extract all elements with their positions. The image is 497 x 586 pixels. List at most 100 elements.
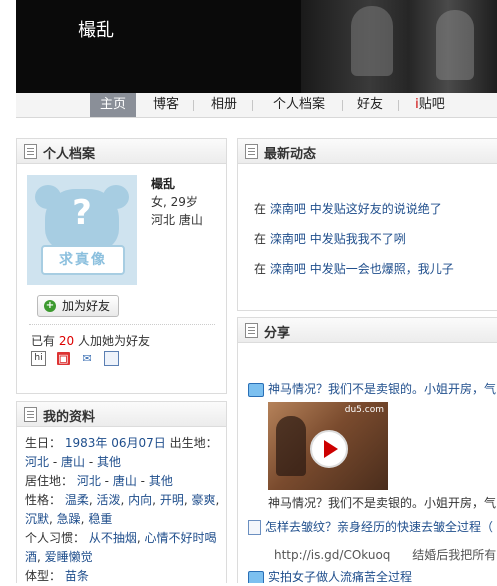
residence-district[interactable]: 其他 xyxy=(149,474,173,488)
gift-icon[interactable]: ▣ xyxy=(56,352,70,365)
document-icon xyxy=(245,323,258,338)
share-item-title: 怎样去皱纹？亲身经历的快速去皱全过程（ xyxy=(265,520,494,534)
personality-tag[interactable]: 沉默 xyxy=(25,512,49,526)
nav-separator xyxy=(342,100,343,111)
add-friend-button[interactable]: + 加为好友 xyxy=(37,295,119,317)
birthday-row: 生日： 1983年 06月07日 出生地： 河北 - 唐山 - 其他 xyxy=(25,436,218,469)
profile-panel-header: 个人档案 xyxy=(17,139,226,164)
nav-blog[interactable]: 博客 xyxy=(146,93,186,117)
video-watermark: du5.com xyxy=(344,405,384,415)
friends-number: 20 xyxy=(58,334,75,348)
birthday-label: 生日： xyxy=(25,436,62,450)
nav-separator xyxy=(193,100,194,111)
main-nav: 主页 博客 相册 个人档案 好友 i贴吧 xyxy=(16,93,497,118)
body-row: 体型： 苗条 xyxy=(25,567,225,586)
nav-separator xyxy=(252,100,253,111)
news-bar-link[interactable]: 滦南吧 xyxy=(270,262,306,276)
personality-tag[interactable]: 开明 xyxy=(160,493,184,507)
residence-label: 居住地： xyxy=(25,474,74,488)
personality-tag[interactable]: 活泼 xyxy=(97,493,121,507)
news-panel: 最新动态 在 滦南吧 中发贴这好友的说说绝了 在 滦南吧 中发贴我我不了咧 在 … xyxy=(237,138,497,311)
hi-icon[interactable]: hi xyxy=(31,351,46,366)
news-bar-link[interactable]: 滦南吧 xyxy=(270,232,306,246)
news-post-link[interactable]: 中发贴这好友的说说绝了 xyxy=(310,202,442,216)
share-panel-title: 分享 xyxy=(264,326,291,341)
page-title: 樶乱 xyxy=(78,20,114,41)
add-user-icon: + xyxy=(44,300,56,312)
birthday-value[interactable]: 1983年 06月07日 xyxy=(65,436,166,450)
nav-album[interactable]: 相册 xyxy=(204,93,244,117)
habit-tag[interactable]: 爱睡懒觉 xyxy=(45,550,93,564)
play-icon[interactable] xyxy=(310,430,348,468)
question-mark-icon: ? xyxy=(72,193,92,233)
personality-tag[interactable]: 稳重 xyxy=(88,512,112,526)
nav-separator xyxy=(398,100,399,111)
share-url-desc: 结婚后我把所有... xyxy=(412,548,497,562)
nav-friends[interactable]: 好友 xyxy=(350,93,390,117)
document-icon xyxy=(24,144,37,159)
personality-row: 性格： 温柔, 活泼, 内向, 开明, 豪爽, 沉默, 急躁, 稳重 xyxy=(25,493,220,526)
birthplace-city[interactable]: 唐山 xyxy=(61,455,85,469)
share-panel-header: 分享 xyxy=(238,318,497,343)
action-icons: hi ▣ ✉ xyxy=(31,351,126,366)
news-prefix: 在 xyxy=(254,262,267,276)
message-icon[interactable]: ✉ xyxy=(81,352,94,365)
news-item: 在 滦南吧 中发贴我我不了咧 xyxy=(254,230,406,247)
avatar-sign: 求真像 xyxy=(41,245,125,275)
notes-icon[interactable] xyxy=(104,351,120,366)
personality-tag[interactable]: 豪爽 xyxy=(191,493,215,507)
personality-tag[interactable]: 温柔 xyxy=(65,493,89,507)
header-banner: 樶乱 xyxy=(16,0,497,93)
details-panel: 我的资料 生日： 1983年 06月07日 出生地： 河北 - 唐山 - 其他 … xyxy=(16,401,227,583)
video-thumbnail[interactable]: du5.com xyxy=(268,402,388,490)
profile-gender-age: 女, 29岁 xyxy=(151,195,198,209)
birthplace-province[interactable]: 河北 xyxy=(25,455,49,469)
details-panel-title: 我的资料 xyxy=(43,410,96,425)
add-friend-label: 加为好友 xyxy=(62,299,111,313)
personality-tag[interactable]: 急躁 xyxy=(57,512,81,526)
doc-icon xyxy=(248,520,261,535)
news-item: 在 滦南吧 中发贴一会也爆照，我儿子 xyxy=(254,260,454,277)
friend-count: 已有 20 人加她为好友 xyxy=(31,332,150,349)
share-url-row: http://is.gd/COkuoq 结婚后我把所有... xyxy=(274,546,497,563)
personality-label: 性格： xyxy=(25,493,62,507)
news-post-link[interactable]: 中发贴一会也爆照，我儿子 xyxy=(310,262,454,276)
tv-icon xyxy=(248,570,264,583)
friends-prefix: 已有 xyxy=(31,334,56,348)
document-icon xyxy=(245,144,258,159)
share-item[interactable]: 怎样去皱纹？亲身经历的快速去皱全过程（ xyxy=(248,518,493,535)
news-prefix: 在 xyxy=(254,202,267,216)
profile-info: 樶乱 女, 29岁 河北 唐山 xyxy=(151,175,203,229)
share-item-title: 实拍女子做人流痛苦全过程 xyxy=(268,570,413,583)
video-caption: 神马情况？我们不是卖银的。小姐开房，气 xyxy=(268,496,497,510)
share-item[interactable]: 实拍女子做人流痛苦全过程 xyxy=(248,568,412,583)
birthplace-district[interactable]: 其他 xyxy=(97,455,121,469)
banner-figure xyxy=(436,10,474,80)
habits-row: 个人习惯： 从不抽烟, 心情不好时喝酒, 爱睡懒觉 xyxy=(25,531,217,564)
thumbnail-figure xyxy=(276,416,306,476)
news-prefix: 在 xyxy=(254,232,267,246)
residence-province[interactable]: 河北 xyxy=(77,474,101,488)
profile-panel-title: 个人档案 xyxy=(43,147,96,162)
news-panel-header: 最新动态 xyxy=(238,139,497,164)
news-panel-title: 最新动态 xyxy=(264,147,317,162)
tv-icon xyxy=(248,382,264,397)
nav-home[interactable]: 主页 xyxy=(90,93,136,117)
avatar[interactable]: ? 求真像 xyxy=(27,175,137,285)
news-post-link[interactable]: 中发贴我我不了咧 xyxy=(310,232,406,246)
profile-panel: 个人档案 ? 求真像 樶乱 女, 29岁 河北 唐山 + 加为好友 已有 20 … xyxy=(16,138,227,394)
news-bar-link[interactable]: 滦南吧 xyxy=(270,202,306,216)
share-item[interactable]: 神马情况？我们不是卖银的。小姐开房，气 xyxy=(248,380,496,397)
habits-label: 个人习惯： xyxy=(25,531,86,545)
habit-tag[interactable]: 从不抽烟 xyxy=(89,531,137,545)
nav-tieba-label: 贴吧 xyxy=(418,97,445,112)
share-url[interactable]: http://is.gd/COkuoq xyxy=(274,548,390,562)
profile-name: 樶乱 xyxy=(151,177,176,191)
residence-city[interactable]: 唐山 xyxy=(113,474,137,488)
banner-figure xyxy=(351,6,393,76)
body-value[interactable]: 苗条 xyxy=(65,569,89,583)
nav-tieba[interactable]: i贴吧 xyxy=(408,93,452,117)
nav-profile[interactable]: 个人档案 xyxy=(264,93,334,117)
news-item: 在 滦南吧 中发贴这好友的说说绝了 xyxy=(254,200,442,217)
personality-tag[interactable]: 内向 xyxy=(128,493,152,507)
